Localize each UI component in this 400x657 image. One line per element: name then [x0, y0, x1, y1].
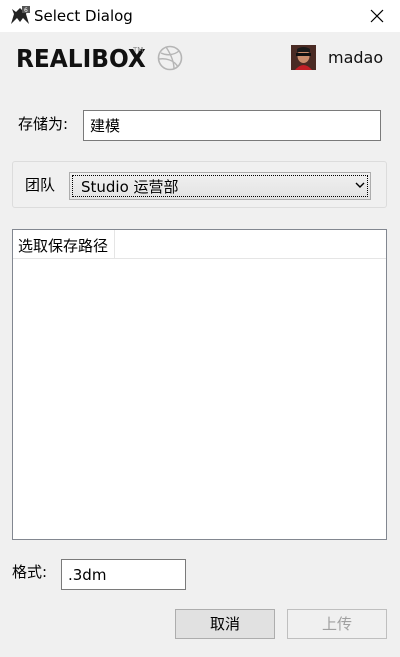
format-label: 格式: — [12, 563, 48, 581]
svg-text:6: 6 — [24, 7, 28, 14]
save-path-list[interactable]: 选取保存路径 — [12, 229, 387, 540]
header-bar: REALIBOX TM madao — [0, 32, 400, 88]
cancel-button[interactable]: 取消 — [175, 609, 275, 639]
app-icon: 6 — [11, 6, 30, 24]
team-select[interactable]: Studio 运营部 — [69, 172, 371, 200]
chevron-down-icon — [355, 182, 365, 188]
upload-button[interactable]: 上传 — [287, 609, 387, 639]
team-select-value: Studio 运营部 — [81, 178, 179, 196]
username: madao — [328, 48, 384, 67]
close-button[interactable] — [354, 0, 400, 32]
save-as-label: 存储为: — [18, 115, 69, 133]
trademark-mark: TM — [133, 46, 144, 54]
dribbble-icon[interactable] — [157, 45, 183, 71]
table-header: 选取保存路径 — [13, 230, 386, 259]
close-icon — [370, 9, 384, 23]
title-bar: 6 Select Dialog — [0, 0, 400, 32]
realibox-logo: REALIBOX — [16, 44, 146, 73]
format-input[interactable] — [61, 559, 186, 590]
column-header-save-path[interactable]: 选取保存路径 — [13, 230, 115, 259]
team-label: 团队 — [25, 176, 56, 194]
window-title: Select Dialog — [34, 7, 133, 25]
avatar[interactable] — [291, 45, 316, 70]
save-as-input[interactable] — [83, 110, 381, 141]
